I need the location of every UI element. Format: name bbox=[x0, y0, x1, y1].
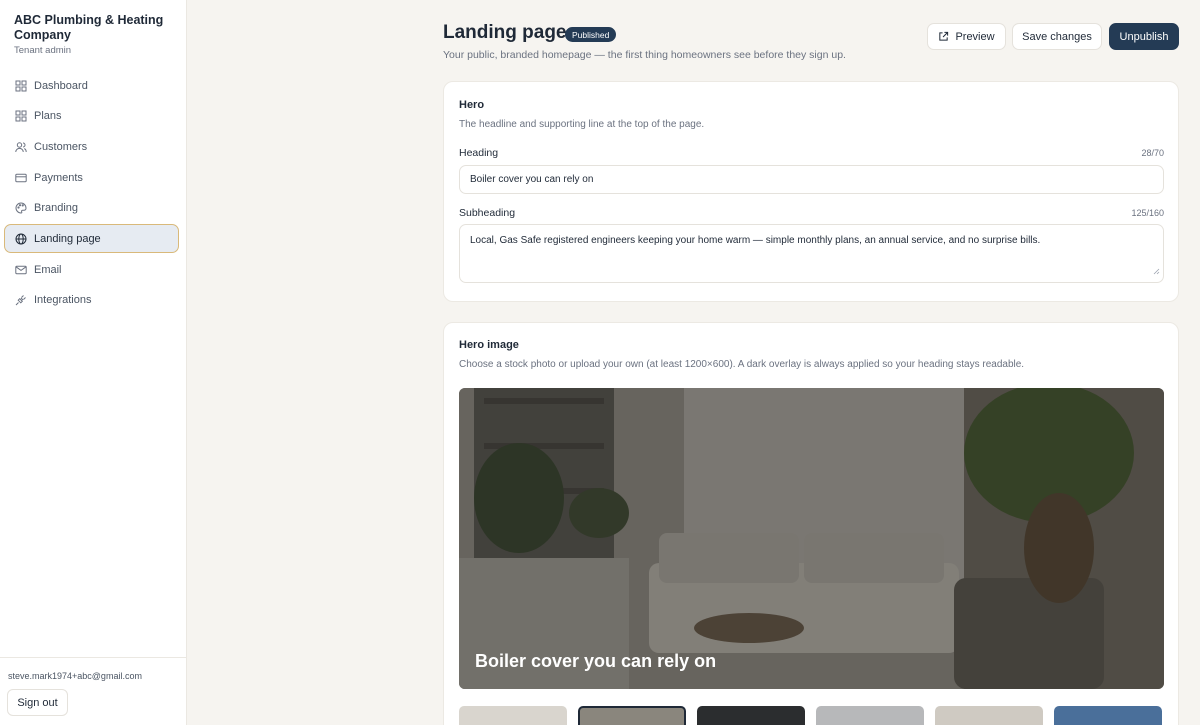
living-room-photo bbox=[459, 388, 1164, 689]
sidebar-item-label: Branding bbox=[34, 202, 79, 215]
page-subtitle: Your public, branded homepage — the firs… bbox=[443, 49, 846, 61]
stock-photo-thumb-selected[interactable] bbox=[578, 706, 686, 725]
sidebar-item-label: Customers bbox=[34, 140, 88, 153]
sign-out-button[interactable]: Sign out bbox=[7, 689, 68, 716]
subheading-value: Local, Gas Safe registered engineers kee… bbox=[470, 235, 1041, 246]
external-link-icon bbox=[938, 31, 949, 42]
sidebar-footer: steve.mark1974+abc@gmail.com Sign out bbox=[0, 657, 187, 725]
customers-icon bbox=[15, 141, 27, 153]
status-badge: Published bbox=[565, 27, 617, 42]
heading-input[interactable]: Boiler cover you can rely on bbox=[459, 165, 1164, 194]
hero-section-card: Hero The headline and supporting line at… bbox=[443, 81, 1179, 302]
company-name: ABC Plumbing & Heating Company bbox=[14, 13, 164, 42]
sidebar-item-integrations[interactable]: Integrations bbox=[4, 286, 179, 315]
stock-photo-thumb[interactable] bbox=[935, 706, 1043, 725]
stock-photo-thumb[interactable] bbox=[816, 706, 924, 725]
sidebar-item-label: Plans bbox=[34, 110, 62, 123]
hero-image-section-card: Hero image Choose a stock photo or uploa… bbox=[443, 322, 1179, 725]
sidebar-item-label: Integrations bbox=[34, 294, 92, 307]
heading-label: Heading bbox=[459, 147, 499, 159]
stock-photo-thumb[interactable] bbox=[697, 706, 805, 725]
user-role: Tenant admin bbox=[14, 45, 72, 56]
hero-image-section-description: Choose a stock photo or upload your own … bbox=[459, 359, 1025, 370]
sidebar-nav: Dashboard Plans Customers Payments Brand… bbox=[4, 71, 179, 317]
save-changes-button[interactable]: Save changes bbox=[1012, 23, 1102, 50]
sidebar-item-dashboard[interactable]: Dashboard bbox=[4, 71, 179, 100]
plug-icon bbox=[15, 294, 27, 306]
sidebar-item-label: Payments bbox=[34, 171, 83, 184]
preview-button[interactable]: Preview bbox=[927, 23, 1006, 50]
sidebar-item-label: Email bbox=[34, 263, 62, 276]
page-title: Landing page bbox=[443, 22, 567, 43]
subheading-label: Subheading bbox=[459, 207, 516, 219]
palette-icon bbox=[15, 202, 27, 214]
sidebar: ABC Plumbing & Heating Company Tenant ad… bbox=[0, 0, 187, 725]
globe-icon bbox=[15, 233, 27, 245]
payments-icon bbox=[15, 172, 27, 184]
hero-preview-caption: Boiler cover you can rely on bbox=[475, 651, 717, 671]
sidebar-item-label: Dashboard bbox=[34, 79, 88, 92]
stock-photo-thumb[interactable] bbox=[459, 706, 567, 725]
sidebar-item-payments[interactable]: Payments bbox=[4, 163, 179, 192]
hero-section-description: The headline and supporting line at the … bbox=[459, 119, 705, 130]
sidebar-item-plans[interactable]: Plans bbox=[4, 102, 179, 131]
subheading-char-count: 125/160 bbox=[1131, 208, 1164, 218]
sidebar-item-email[interactable]: Email bbox=[4, 255, 179, 284]
unpublish-button[interactable]: Unpublish bbox=[1109, 23, 1179, 50]
user-email: steve.mark1974+abc@gmail.com bbox=[8, 671, 142, 681]
brand-block: ABC Plumbing & Heating Company Tenant ad… bbox=[14, 13, 179, 56]
mail-icon bbox=[15, 264, 27, 276]
stock-photo-thumb[interactable] bbox=[1054, 706, 1162, 725]
hero-image-preview: Boiler cover you can rely on bbox=[459, 388, 1164, 689]
hero-image-section-title: Hero image bbox=[459, 339, 519, 351]
stock-photo-thumbnails bbox=[459, 706, 1164, 725]
heading-char-count: 28/70 bbox=[1141, 148, 1164, 158]
sidebar-item-label: Landing page bbox=[34, 232, 101, 245]
sidebar-item-customers[interactable]: Customers bbox=[4, 132, 179, 161]
preview-label: Preview bbox=[955, 30, 995, 43]
hero-section-title: Hero bbox=[459, 99, 485, 111]
sidebar-item-landing-page[interactable]: Landing page bbox=[4, 224, 179, 254]
subheading-textarea[interactable]: Local, Gas Safe registered engineers kee… bbox=[459, 224, 1164, 283]
sidebar-item-branding[interactable]: Branding bbox=[4, 194, 179, 223]
resize-handle-icon[interactable] bbox=[1153, 266, 1160, 279]
dashboard-icon bbox=[15, 80, 27, 92]
plans-icon bbox=[15, 110, 27, 122]
